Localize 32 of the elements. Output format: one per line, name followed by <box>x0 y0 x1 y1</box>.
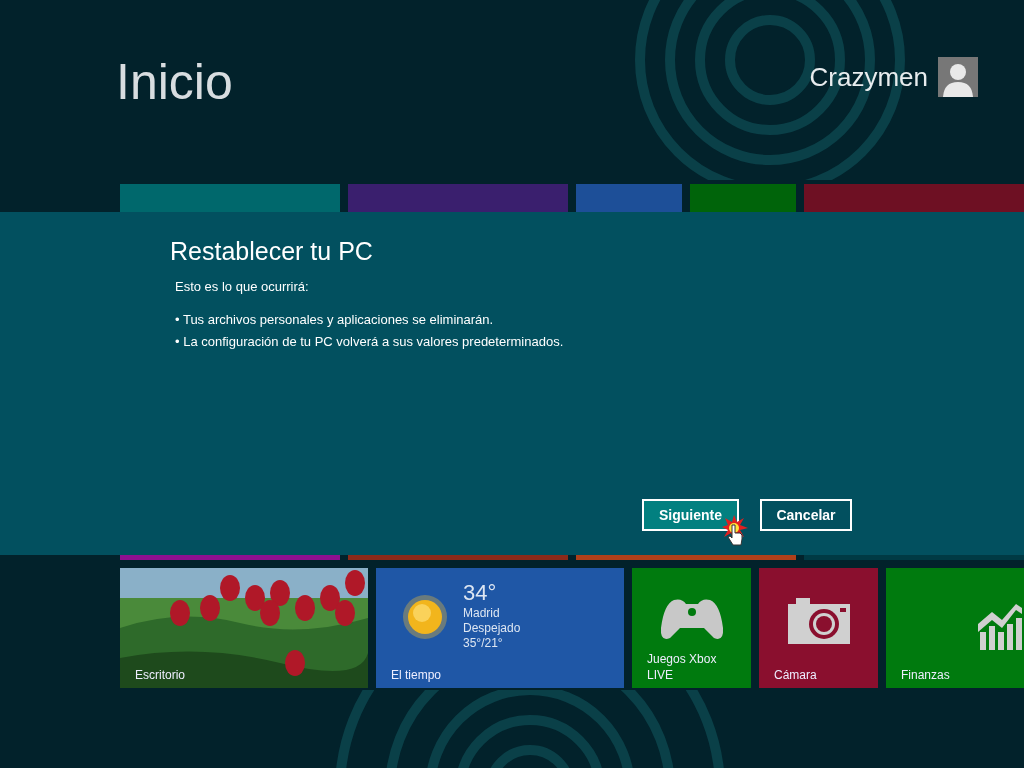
game-controller-icon <box>660 598 724 642</box>
tile[interactable] <box>576 184 683 212</box>
tile-label: Cámara <box>774 667 817 683</box>
tile[interactable]: Cámara <box>759 568 878 688</box>
dialog-button[interactable]: Siguiente <box>642 499 739 531</box>
bar-chart-icon <box>978 604 1022 650</box>
tile[interactable]: Juegos Xbox LIVE <box>632 568 751 688</box>
camera-icon <box>788 598 850 644</box>
user-avatar-icon[interactable] <box>938 57 978 97</box>
tile[interactable]: Escritorio <box>120 568 368 688</box>
page-title: Inicio <box>116 53 233 112</box>
bullet-text: • Tus archivos personales y aplicaciones se eliminarán. <box>175 312 495 328</box>
dialog-button[interactable]: Cancelar <box>760 499 852 531</box>
tile-label: Juegos Xbox LIVE <box>647 651 718 683</box>
tile[interactable] <box>120 184 341 212</box>
tile-label: El tiempo <box>391 667 442 683</box>
tile[interactable]: Finanzas <box>886 568 1024 688</box>
temperature-range-text: 35°/21° <box>463 636 504 651</box>
bullet-text: • La configuración de tu PC volverá a sus valores predeterminados. <box>175 334 565 350</box>
tile[interactable] <box>348 184 569 212</box>
city-text: Madrid <box>463 606 501 621</box>
tile-label: Finanzas <box>901 667 950 683</box>
condition-text: Despejado <box>463 621 521 636</box>
tile[interactable]: 34° Madrid Despejado 35°/21° El tiempo <box>376 568 624 688</box>
sun-icon <box>402 594 448 640</box>
dialog-title: Restablecer tu PC <box>170 236 374 266</box>
user-name: Crazymen <box>809 60 928 94</box>
tile-label: Escritorio <box>135 667 185 683</box>
temperature-text: 34° <box>463 580 498 606</box>
dialog-text: Esto es lo que ocurrirá: <box>175 279 310 295</box>
tile[interactable] <box>690 184 796 212</box>
tile[interactable] <box>803 184 1024 212</box>
